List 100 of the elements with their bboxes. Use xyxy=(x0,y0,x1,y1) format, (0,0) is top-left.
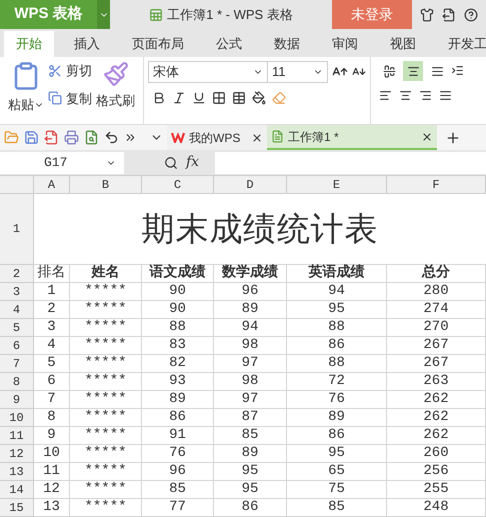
row-header[interactable]: 13 xyxy=(0,463,34,481)
underline-icon xyxy=(192,91,206,105)
table-cell: 87 xyxy=(214,409,287,427)
table-cell: 82 xyxy=(142,355,214,373)
table-cell: 260 xyxy=(387,445,486,463)
table-cell: 86 xyxy=(287,427,387,445)
table-icon xyxy=(232,91,246,105)
table-cell: ***** xyxy=(70,301,142,319)
table-cell: 95 xyxy=(287,301,387,319)
column-heading: 总分 xyxy=(387,265,486,283)
align-icon xyxy=(430,64,444,78)
table-cell: 72 xyxy=(287,373,387,391)
table-cell: 3 xyxy=(34,319,70,337)
scissors-icon xyxy=(48,64,62,78)
row-header[interactable]: 14 xyxy=(0,481,34,499)
align-icon xyxy=(406,64,420,78)
table-cell: 95 xyxy=(287,445,387,463)
table-cell: 90 xyxy=(142,301,214,319)
column-header[interactable]: A xyxy=(34,176,70,193)
align-right-icon xyxy=(419,89,432,102)
table-cell: 89 xyxy=(287,409,387,427)
new-tab-icon xyxy=(445,130,461,146)
align-button[interactable] xyxy=(403,61,423,81)
column-header[interactable]: D xyxy=(214,176,287,193)
paintbrush-icon xyxy=(102,61,128,87)
paste-button[interactable]: 粘贴 xyxy=(8,95,44,114)
row-header[interactable]: 4 xyxy=(0,301,34,319)
table-cell: 76 xyxy=(142,445,214,463)
row-header[interactable]: 15 xyxy=(0,499,34,517)
document-tab[interactable]: 工作簿1 * xyxy=(267,125,437,150)
table-cell: 7 xyxy=(34,391,70,409)
table-cell: 88 xyxy=(142,319,214,337)
table-cell: 85 xyxy=(214,427,287,445)
font-name-field[interactable]: 宋体 xyxy=(148,61,268,83)
ribbon-tab[interactable]: 开始 xyxy=(4,31,54,57)
table-cell: 96 xyxy=(214,283,287,301)
table-cell: 83 xyxy=(142,337,214,355)
italic-icon xyxy=(172,91,186,105)
table-cell: ***** xyxy=(70,409,142,427)
table-cell: 98 xyxy=(214,373,287,391)
row-header[interactable]: 5 xyxy=(0,319,34,337)
document-icon xyxy=(442,8,456,22)
column-header[interactable]: F xyxy=(387,176,486,193)
column-header[interactable]: E xyxy=(287,176,387,193)
borders-icon xyxy=(212,91,226,105)
row-header[interactable]: 1 xyxy=(0,194,34,265)
ribbon-tab[interactable]: 数据 xyxy=(262,31,312,57)
formula-input[interactable] xyxy=(215,152,486,174)
table-cell: 267 xyxy=(387,355,486,373)
table-cell: ***** xyxy=(70,373,142,391)
column-header[interactable]: C xyxy=(142,176,214,193)
column-heading: 英语成绩 xyxy=(287,265,387,283)
table-cell: 97 xyxy=(214,391,287,409)
table-cell: 85 xyxy=(287,499,387,517)
row-header[interactable]: 12 xyxy=(0,445,34,463)
table-cell: 1 xyxy=(34,283,70,301)
indent-icon xyxy=(451,64,464,77)
row-header[interactable]: 6 xyxy=(0,337,34,355)
folder-icon xyxy=(4,130,19,145)
row-header[interactable]: 9 xyxy=(0,391,34,409)
table-cell: 255 xyxy=(387,481,486,499)
table-cell: ***** xyxy=(70,499,142,517)
font-size-field[interactable]: 11 xyxy=(268,61,328,83)
ribbon-tab[interactable]: 开发工 xyxy=(436,31,486,57)
column-heading: 语文成绩 xyxy=(142,265,214,283)
table-cell: 94 xyxy=(287,283,387,301)
table-cell: 98 xyxy=(214,337,287,355)
eraser-icon xyxy=(272,91,286,105)
ribbon-tab[interactable]: 公式 xyxy=(204,31,254,57)
table-cell: 77 xyxy=(142,499,214,517)
row-header[interactable]: 8 xyxy=(0,373,34,391)
ribbon-tab[interactable]: 审阅 xyxy=(320,31,370,57)
table-cell: 95 xyxy=(214,463,287,481)
cell-reference-field[interactable]: G17 xyxy=(0,152,124,174)
table-cell: 11 xyxy=(34,463,70,481)
copy-button[interactable]: 复制 xyxy=(48,88,92,108)
row-header[interactable]: 10 xyxy=(0,409,34,427)
row-header[interactable]: 3 xyxy=(0,283,34,301)
format-painter-button[interactable]: 格式刷 xyxy=(96,91,135,110)
ribbon-tab[interactable]: 视图 xyxy=(378,31,428,57)
row-header[interactable]: 11 xyxy=(0,427,34,445)
paint-bucket-icon xyxy=(252,91,266,105)
table-cell: ***** xyxy=(70,355,142,373)
row-header[interactable]: 2 xyxy=(0,265,34,283)
cut-button[interactable]: 剪切 xyxy=(48,61,92,80)
more-icon xyxy=(124,131,137,144)
ribbon-tab[interactable]: 页面布局 xyxy=(120,31,196,57)
bold-icon xyxy=(152,91,166,105)
table-cell: 86 xyxy=(142,409,214,427)
column-heading: 排名 xyxy=(34,265,70,283)
ribbon-tab[interactable]: 插入 xyxy=(62,31,112,57)
column-header[interactable]: B xyxy=(70,176,142,193)
document-tab[interactable]: 我的WPS xyxy=(167,125,267,150)
function-button[interactable]: fx xyxy=(186,152,200,173)
row-header[interactable]: 7 xyxy=(0,355,34,373)
table-cell: ***** xyxy=(70,319,142,337)
table-cell: ***** xyxy=(70,391,142,409)
table-cell: 267 xyxy=(387,337,486,355)
table-cell: 10 xyxy=(34,445,70,463)
table-cell: 95 xyxy=(214,481,287,499)
